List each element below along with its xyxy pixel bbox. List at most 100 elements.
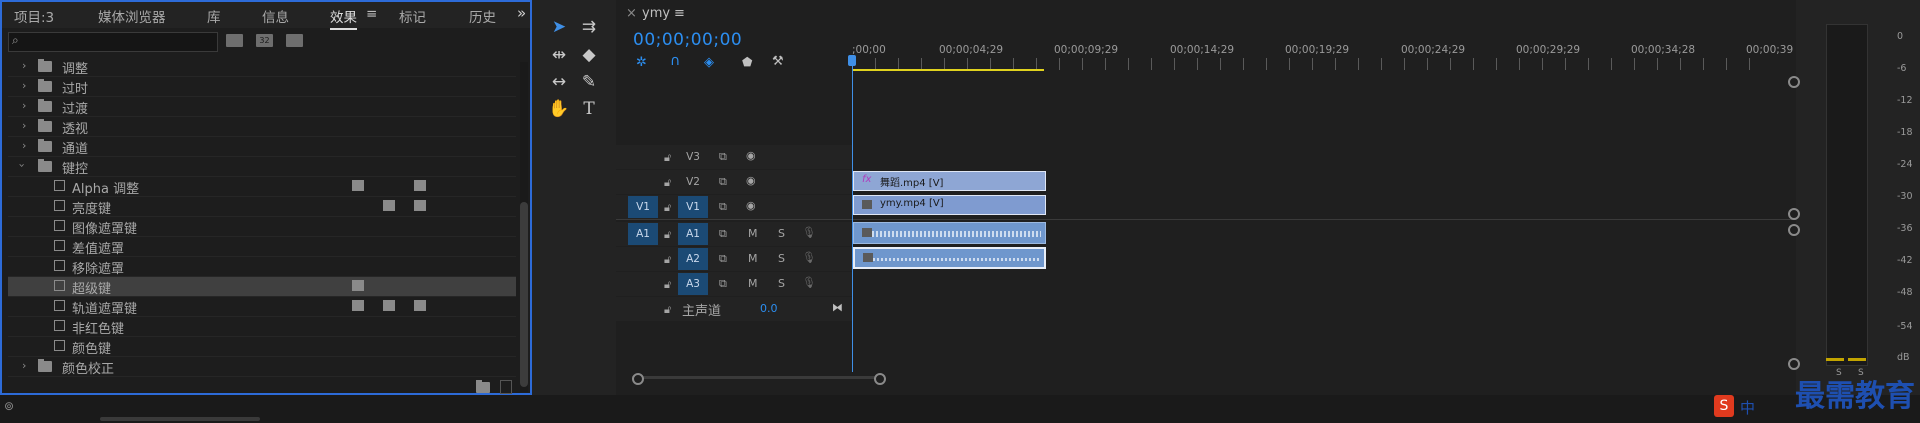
clip-v2[interactable]: fx 舞蹈.mp4 [V] <box>853 171 1046 191</box>
track-target-a2[interactable]: A2 <box>678 248 708 270</box>
eye-icon[interactable]: ◉ <box>746 199 756 212</box>
folder-row-expanded[interactable]: › 键控 <box>8 157 516 177</box>
tab-markers[interactable]: 标记 <box>399 6 426 26</box>
solo-button[interactable]: S <box>778 227 785 240</box>
mute-button[interactable]: M <box>748 252 758 265</box>
wrench-icon[interactable]: ⚒ <box>772 54 784 69</box>
clip-v1[interactable]: ymy.mp4 [V] <box>853 195 1046 215</box>
hand-tool-icon[interactable]: ✋ <box>548 98 570 120</box>
close-icon[interactable]: × <box>626 6 637 21</box>
lock-icon[interactable]: 🔓︎ <box>664 303 671 317</box>
snap-icon[interactable]: ∩ <box>670 53 680 69</box>
effect-row[interactable]: 亮度键 <box>8 197 516 217</box>
nest-icon[interactable]: ✲ <box>636 55 647 70</box>
microphone-icon[interactable]: 🎙︎ <box>802 226 816 239</box>
type-tool-icon[interactable]: T <box>578 98 600 120</box>
vertical-zoom-handle[interactable] <box>1788 76 1800 88</box>
tab-media-browser[interactable]: 媒体浏览器 <box>98 6 166 26</box>
sequence-menu-icon[interactable]: ≡ <box>674 6 685 21</box>
track-target-a3[interactable]: A3 <box>678 273 708 295</box>
vertical-zoom-handle[interactable] <box>1788 208 1800 220</box>
clip-a1[interactable] <box>853 222 1046 244</box>
tab-history[interactable]: 历史 <box>469 6 496 26</box>
sync-lock-icon[interactable]: ⧉ <box>719 277 727 291</box>
effect-row-selected[interactable]: 超级键 <box>8 277 516 297</box>
solo-button[interactable]: S <box>778 252 785 265</box>
master-volume-value[interactable]: 0.0 <box>760 302 778 315</box>
playhead-handle[interactable] <box>848 55 856 66</box>
effect-row[interactable]: Alpha 调整 <box>8 177 516 197</box>
solo-button[interactable]: S <box>778 277 785 290</box>
pen-tool-icon[interactable]: ✎ <box>578 71 600 93</box>
folder-row[interactable]: › 过时 <box>8 77 516 97</box>
playhead-line[interactable] <box>852 55 853 372</box>
panel-menu-icon[interactable]: ≡ <box>366 6 377 22</box>
tab-libraries[interactable]: 库 <box>207 6 221 26</box>
vertical-zoom-handle[interactable] <box>1788 358 1800 370</box>
razor-tool-icon[interactable]: ◆ <box>578 44 600 66</box>
sync-lock-icon[interactable]: ⧉ <box>719 252 727 266</box>
effects-search-input[interactable]: ⌕ <box>8 32 218 52</box>
eye-icon[interactable]: ◉ <box>746 149 756 162</box>
32bit-effects-icon[interactable]: 32 <box>256 34 273 47</box>
sync-lock-icon[interactable]: ⧉ <box>719 150 727 164</box>
sync-lock-icon[interactable]: ⧉ <box>719 200 727 214</box>
folder-row[interactable]: › 调整 <box>8 57 516 77</box>
slip-tool-icon[interactable]: ↔ <box>548 71 570 93</box>
sequence-tab[interactable]: ymy <box>642 6 670 21</box>
linked-selection-icon[interactable]: ◈ <box>704 55 714 70</box>
eye-icon[interactable]: ◉ <box>746 174 756 187</box>
cc-sync-icon[interactable]: ⊚ <box>4 399 14 413</box>
tab-info[interactable]: 信息 <box>262 6 289 26</box>
sync-lock-icon[interactable]: ⧉ <box>719 227 727 241</box>
clip-a2[interactable] <box>853 247 1046 269</box>
selection-tool-icon[interactable]: ➤ <box>548 16 570 38</box>
ime-mode[interactable]: 中 <box>1740 397 1755 418</box>
folder-row[interactable]: › 过渡 <box>8 97 516 117</box>
track-target-v1[interactable]: V1 <box>678 196 708 218</box>
lock-icon[interactable]: 🔓︎ <box>664 201 671 215</box>
effects-scrollbar-thumb[interactable] <box>520 202 528 387</box>
vertical-zoom-handle[interactable] <box>1788 224 1800 236</box>
overflow-icon[interactable]: » <box>517 4 526 22</box>
microphone-icon[interactable]: 🎙︎ <box>802 251 816 264</box>
trash-icon[interactable] <box>500 380 512 394</box>
lock-icon[interactable]: 🔓︎ <box>664 151 671 165</box>
source-patch-a1[interactable]: A1 <box>628 223 658 245</box>
ripple-edit-tool-icon[interactable]: ⇹ <box>548 44 570 66</box>
effect-row[interactable]: 非红色键 <box>8 317 516 337</box>
folder-row[interactable]: › 通道 <box>8 137 516 157</box>
effect-row[interactable]: 轨道遮罩键 <box>8 297 516 317</box>
folder-row[interactable]: › 透视 <box>8 117 516 137</box>
lock-icon[interactable]: 🔓︎ <box>664 176 671 190</box>
lock-icon[interactable]: 🔓︎ <box>664 228 671 242</box>
source-patch-v1[interactable]: V1 <box>628 196 658 218</box>
track-target-v2[interactable]: V2 <box>678 171 708 193</box>
yuv-effects-icon[interactable] <box>286 34 303 47</box>
zoom-handle-left[interactable] <box>632 373 644 385</box>
mute-button[interactable]: M <box>748 227 758 240</box>
tab-effects[interactable]: 效果 <box>330 6 357 30</box>
track-select-tool-icon[interactable]: ⇉ <box>578 16 600 38</box>
tab-project[interactable]: 项目:3 <box>14 6 54 26</box>
timeline-hscroll[interactable] <box>632 373 1794 385</box>
new-bin-icon[interactable] <box>476 380 490 393</box>
effect-row[interactable]: 差值遮罩 <box>8 237 516 257</box>
work-area-bar[interactable] <box>852 69 1044 71</box>
lock-icon[interactable]: 🔓︎ <box>664 253 671 267</box>
effect-row[interactable]: 图像遮罩键 <box>8 217 516 237</box>
playhead-timecode[interactable]: 00;00;00;00 <box>633 30 742 50</box>
ime-logo-icon[interactable]: S <box>1714 395 1734 417</box>
effect-row[interactable]: 移除遮罩 <box>8 257 516 277</box>
zoom-handle-right[interactable] <box>874 373 886 385</box>
sync-lock-icon[interactable]: ⧉ <box>719 175 727 189</box>
add-marker-icon[interactable]: ⬟ <box>742 55 752 69</box>
track-target-a1[interactable]: A1 <box>678 223 708 245</box>
go-to-end-icon[interactable]: ⧓ <box>832 301 843 314</box>
folder-row[interactable]: › 颜色校正 <box>8 357 516 377</box>
accelerated-effects-icon[interactable] <box>226 34 243 47</box>
effect-row[interactable]: 颜色键 <box>8 337 516 357</box>
video-audio-divider[interactable] <box>616 219 1796 220</box>
lock-icon[interactable]: 🔓︎ <box>664 278 671 292</box>
microphone-icon[interactable]: 🎙︎ <box>802 276 816 289</box>
